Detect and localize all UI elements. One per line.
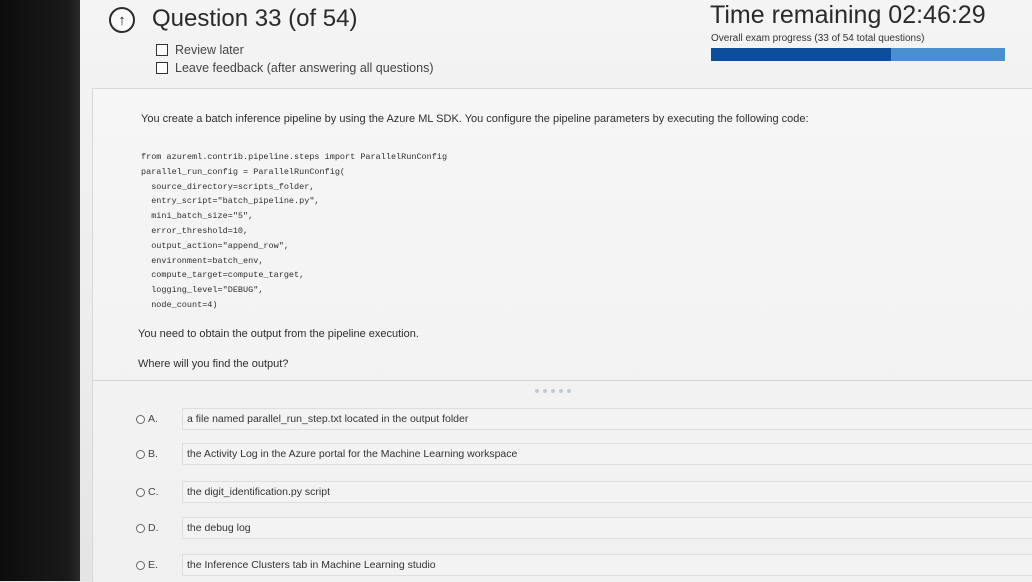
code-line: environment=batch_env,: [141, 255, 264, 266]
code-line: error_threshold=10,: [141, 225, 249, 236]
answer-letter: C.: [148, 486, 159, 498]
code-line: entry_script="batch_pipeline.py",: [141, 196, 320, 207]
radio-button[interactable]: [136, 449, 145, 459]
leave-feedback-checkbox[interactable]: [156, 62, 168, 74]
dot: [567, 389, 571, 393]
monitor-bezel: [0, 0, 80, 581]
leave-feedback-option[interactable]: Leave feedback (after answering all ques…: [156, 61, 433, 75]
answer-letter: B.: [148, 448, 158, 460]
review-later-checkbox[interactable]: [156, 44, 168, 56]
code-line: node_count=4): [141, 299, 218, 310]
time-remaining: Time remaining 02:46:29: [710, 1, 986, 29]
question-stem: You create a batch inference pipeline by…: [141, 113, 809, 125]
question-ask: Where will you find the output?: [138, 358, 289, 370]
question-title: Question 33 (of 54): [152, 5, 358, 32]
answer-text[interactable]: the Activity Log in the Azure portal for…: [182, 443, 1032, 465]
section-divider: [92, 380, 1032, 381]
circled-up-arrow-icon[interactable]: ↑: [109, 7, 135, 33]
code-line: compute_target=compute_target,: [141, 270, 305, 281]
code-line: from azureml.contrib.pipeline.steps impo…: [141, 152, 448, 162]
radio-button[interactable]: [136, 523, 145, 533]
answer-option-b[interactable]: B. the Activity Log in the Azure portal …: [136, 443, 1032, 465]
dot: [535, 389, 539, 393]
answer-text[interactable]: the debug log: [182, 517, 1032, 539]
answer-letter: A.: [148, 413, 158, 425]
code-line: output_action="append_row",: [141, 240, 289, 251]
answer-option-a[interactable]: A. a file named parallel_run_step.txt lo…: [136, 408, 1032, 430]
dot: [551, 389, 555, 393]
leave-feedback-label: Leave feedback (after answering all ques…: [175, 61, 434, 75]
drag-handle-dots[interactable]: [535, 389, 571, 393]
answer-option-c[interactable]: C. the digit_identification.py script: [136, 481, 1032, 503]
radio-button[interactable]: [136, 487, 145, 497]
code-line: logging_level="DEBUG",: [141, 285, 264, 296]
answer-letter: D.: [148, 522, 159, 534]
answer-letter: E.: [148, 559, 158, 571]
dot: [559, 389, 563, 393]
code-line: parallel_run_config = ParallelRunConfig(: [141, 166, 346, 177]
review-later-option[interactable]: Review later: [156, 43, 244, 57]
answer-text[interactable]: the Inference Clusters tab in Machine Le…: [182, 554, 1032, 576]
radio-button[interactable]: [136, 414, 145, 424]
progress-text: Overall exam progress (33 of 54 total qu…: [711, 33, 925, 44]
code-line: mini_batch_size="5",: [141, 211, 254, 222]
answer-text[interactable]: a file named parallel_run_step.txt locat…: [182, 408, 1032, 430]
dot: [543, 389, 547, 393]
progress-bar: [711, 48, 1005, 61]
radio-button[interactable]: [136, 560, 145, 570]
answer-option-d[interactable]: D. the debug log: [136, 517, 1032, 539]
code-block: from azureml.contrib.pipeline.steps impo…: [141, 150, 447, 313]
code-line: source_directory=scripts_folder,: [141, 181, 315, 192]
answer-text[interactable]: the digit_identification.py script: [182, 481, 1032, 503]
question-requirement: You need to obtain the output from the p…: [138, 328, 419, 340]
answer-option-e[interactable]: E. the Inference Clusters tab in Machine…: [136, 554, 1032, 576]
review-later-label: Review later: [175, 43, 244, 57]
progress-bar-fill: [711, 48, 891, 61]
